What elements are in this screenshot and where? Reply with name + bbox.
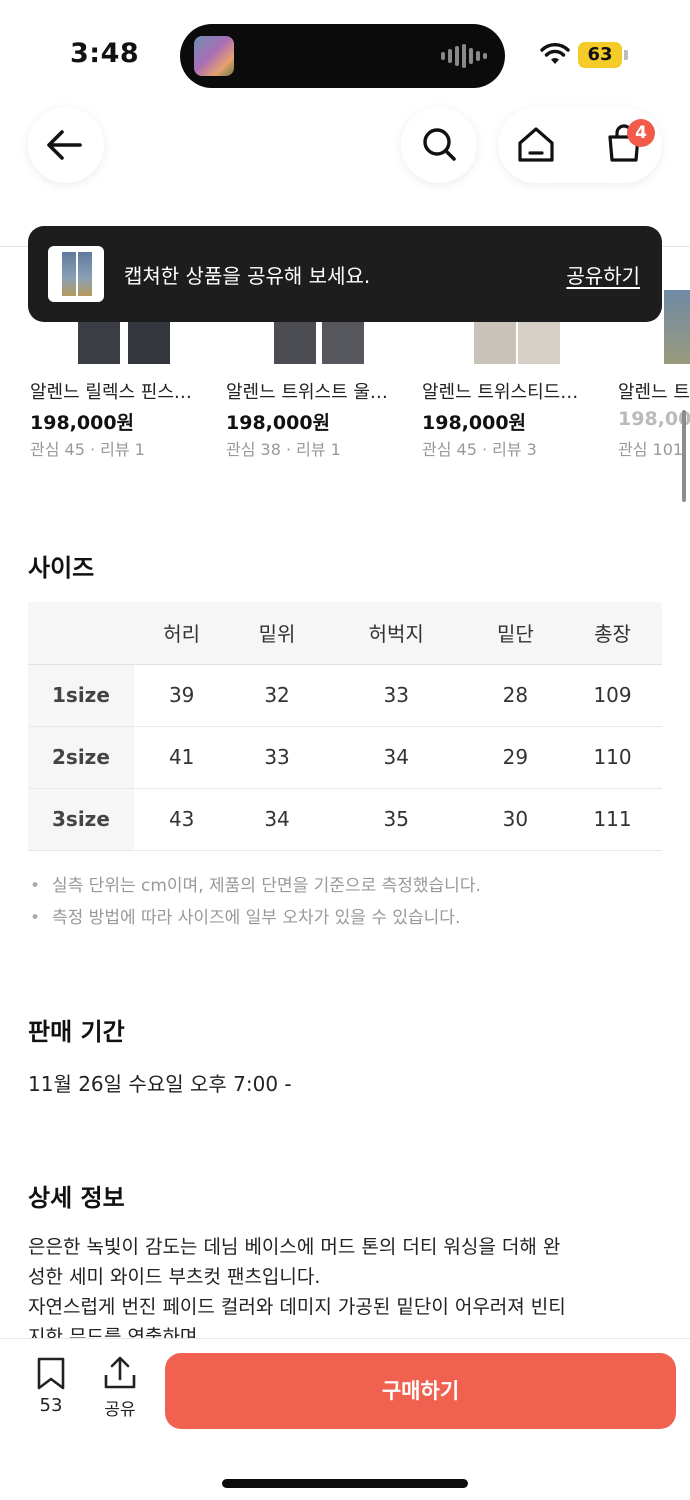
toast-share-link[interactable]: 공유하기: [566, 260, 640, 289]
table-cell: 39: [134, 664, 230, 727]
cart-icon[interactable]: [586, 107, 662, 183]
home-icon[interactable]: [498, 107, 574, 183]
size-note: 측정 방법에 따라 사이즈에 일부 오차가 있을 수 있습니다.: [28, 902, 481, 934]
product-name: 알렌느 트위스트 울…: [226, 382, 388, 403]
product-name: 알렌느 트위스티드…: [422, 382, 579, 403]
search-button[interactable]: [401, 107, 477, 183]
size-section-title: 사이즈: [28, 554, 95, 582]
details-description: 은은한 녹빛이 감도는 데님 베이스에 머드 톤의 더티 워싱을 더해 완 성한…: [28, 1232, 668, 1338]
product-price: 198,000원: [30, 412, 135, 434]
table-cell: 41: [134, 726, 230, 789]
table-cell: 30: [467, 788, 564, 851]
row-label: 2size: [28, 726, 134, 789]
details-title: 상세 정보: [28, 1184, 125, 1212]
product-price: 198,000원: [226, 412, 331, 434]
scrollbar[interactable]: [682, 410, 686, 502]
size-note: 실측 단위는 cm이며, 제품의 단면을 기준으로 측정했습니다.: [28, 870, 481, 902]
header-cell: 허리: [134, 602, 230, 665]
battery-tip: [624, 50, 628, 60]
battery-level: 63: [578, 42, 622, 68]
details-line: 은은한 녹빛이 감도는 데님 베이스에 머드 톤의 더티 워싱을 더해 완: [28, 1236, 561, 1258]
product-stats: 관심 45 · 리뷰 3: [422, 440, 537, 459]
bottom-action-bar: 53 공유 구매하기: [0, 1338, 690, 1500]
table-cell: 32: [229, 664, 325, 727]
audio-waveform-icon: [441, 44, 487, 68]
table-cell: 29: [467, 726, 564, 789]
bookmark-icon[interactable]: [36, 1357, 66, 1391]
header-cell: 밑위: [229, 602, 325, 665]
table-row: 2size 41 33 34 29 110: [28, 726, 662, 789]
details-line: 성한 세미 와이드 부츠컷 팬츠입니다.: [28, 1266, 321, 1288]
size-notes: 실측 단위는 cm이며, 제품의 단면을 기준으로 측정했습니다. 측정 방법에…: [28, 870, 481, 934]
table-cell: 34: [229, 788, 325, 851]
status-bar: 3:48 63: [0, 0, 690, 100]
table-cell: 109: [563, 664, 662, 727]
table-row: 1size 39 32 33 28 109: [28, 664, 662, 727]
now-playing-artwork: [194, 36, 234, 76]
size-table: 허리 밑위 허벅지 밑단 총장 1size 39 32 33 28 109 2s…: [28, 602, 662, 851]
header-cell: 총장: [563, 602, 662, 665]
header-cell: 허벅지: [324, 602, 468, 665]
dynamic-island[interactable]: [180, 24, 505, 88]
table-cell: 43: [134, 788, 230, 851]
table-cell: 33: [229, 726, 325, 789]
toast-message: 캡쳐한 상품을 공유해 보세요.: [124, 264, 371, 288]
arrow-left-icon: [47, 130, 82, 160]
details-line: 자연스럽게 번진 페이드 컬러와 데미지 가공된 밑단이 어우러져 빈티: [28, 1296, 566, 1318]
product-name: 알렌느 릴렉스 핀스…: [30, 382, 192, 403]
cart-count-badge: 4: [627, 119, 655, 147]
share-icon[interactable]: [102, 1355, 138, 1391]
product-stats: 관심 38 · 리뷰 1: [226, 440, 341, 459]
table-cell: 34: [324, 726, 468, 789]
header-cell: [28, 602, 134, 665]
status-time: 3:48: [70, 38, 140, 69]
row-label: 1size: [28, 664, 134, 727]
details-line: 지한 무드를 연출하며: [28, 1326, 198, 1338]
table-cell: 28: [467, 664, 564, 727]
product-price: 198,00: [618, 408, 690, 430]
share-label[interactable]: 공유: [96, 1395, 144, 1420]
home-indicator[interactable]: [222, 1479, 468, 1488]
table-row: 3size 43 34 35 30 111: [28, 788, 662, 851]
captured-product-thumbnail: [48, 246, 104, 302]
wifi-icon: [540, 43, 570, 64]
table-cell: 110: [563, 726, 662, 789]
header-cell: 밑단: [467, 602, 564, 665]
size-table-header: 허리 밑위 허벅지 밑단 총장: [28, 602, 662, 665]
buy-button[interactable]: 구매하기: [165, 1353, 676, 1429]
table-cell: 111: [563, 788, 662, 851]
table-cell: 33: [324, 664, 468, 727]
sale-period-text: 11월 26일 수요일 오후 7:00 -: [28, 1072, 292, 1096]
search-icon: [423, 128, 456, 161]
product-name: 알렌느 트: [618, 382, 690, 403]
table-cell: 35: [324, 788, 468, 851]
row-label: 3size: [28, 788, 134, 851]
product-stats: 관심 45 · 리뷰 1: [30, 440, 145, 459]
product-price: 198,000원: [422, 412, 527, 434]
bookmark-count: 53: [39, 1395, 63, 1416]
sale-period-title: 판매 기간: [28, 1018, 125, 1046]
share-toast: 캡쳐한 상품을 공유해 보세요. 공유하기: [28, 226, 662, 322]
back-button[interactable]: [28, 107, 104, 183]
product-stats: 관심 101: [618, 440, 684, 459]
